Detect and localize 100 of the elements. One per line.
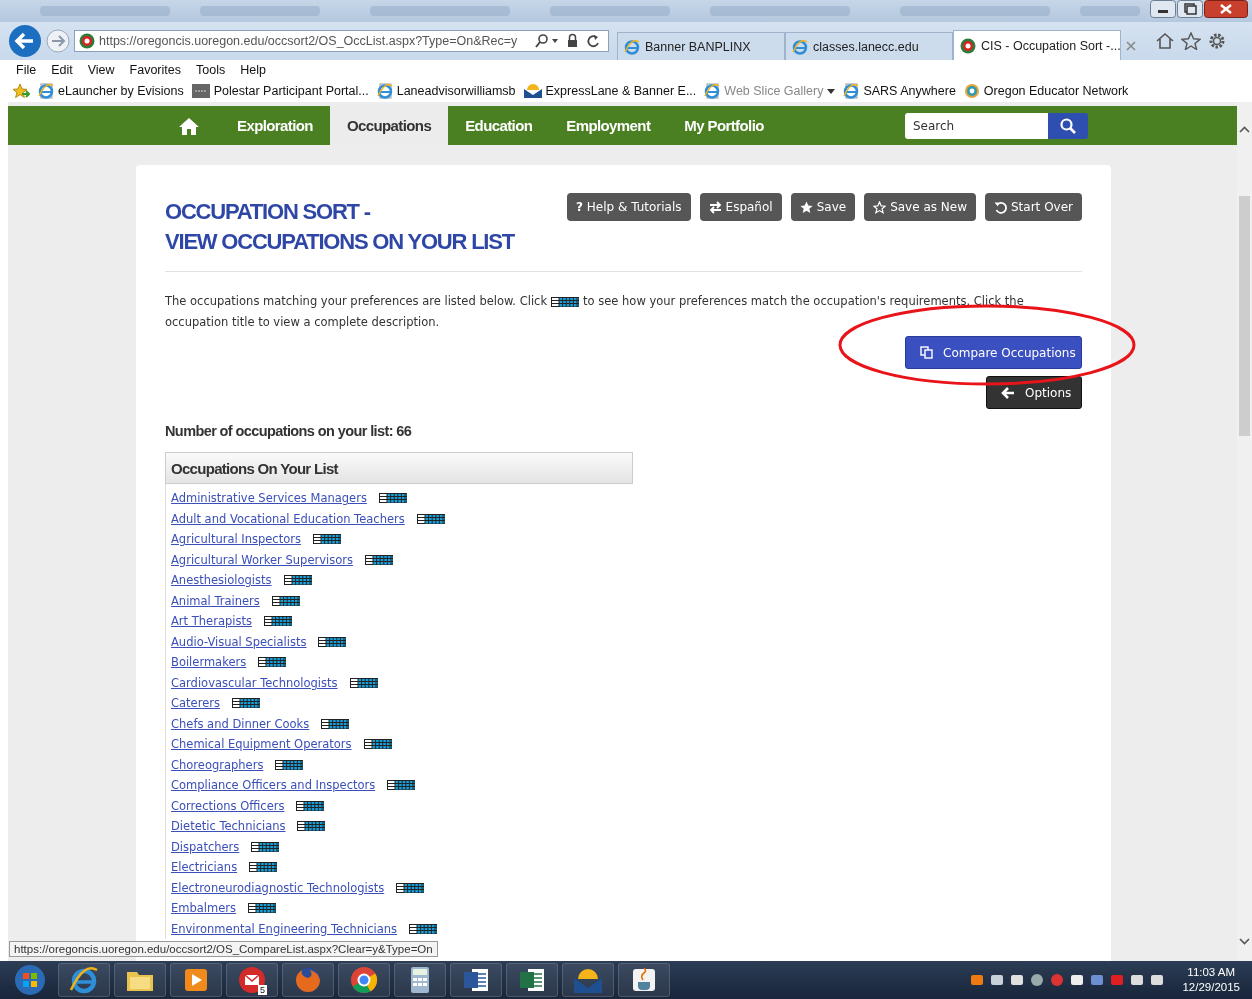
- match-grid-icon[interactable]: [312, 534, 341, 545]
- action-button[interactable]: ? Help & Tutorials: [566, 193, 691, 221]
- browser-tab[interactable]: classes.lanecc.edu: [785, 32, 953, 60]
- menu-item[interactable]: Edit: [51, 63, 73, 77]
- scrollbar-thumb[interactable]: [1239, 196, 1250, 436]
- match-grid-icon[interactable]: [249, 862, 278, 873]
- match-grid-icon[interactable]: [271, 595, 300, 606]
- action-button[interactable]: Start Over: [985, 193, 1082, 221]
- favorites-icon[interactable]: [12, 83, 30, 99]
- taskbar-app[interactable]: [450, 963, 502, 997]
- options-button[interactable]: Options: [986, 376, 1082, 409]
- taskbar-app[interactable]: [114, 963, 166, 997]
- taskbar-app[interactable]: [170, 963, 222, 997]
- action-button[interactable]: Save: [790, 193, 856, 221]
- occupation-link[interactable]: Dietetic Technicians: [171, 819, 286, 834]
- occupation-link[interactable]: Adult and Vocational Education Teachers: [171, 511, 405, 526]
- nav-tab[interactable]: My Portfolio: [667, 106, 781, 145]
- match-grid-icon[interactable]: [297, 821, 326, 832]
- home-icon[interactable]: [178, 116, 200, 135]
- nav-tab[interactable]: Education: [448, 106, 550, 145]
- occupation-link[interactable]: Electroneurodiagnostic Technologists: [171, 880, 385, 895]
- favorite-link[interactable]: SARS Anywhere: [843, 83, 956, 99]
- taskbar-app[interactable]: 5: [226, 963, 278, 997]
- match-grid-icon[interactable]: [258, 657, 287, 668]
- square-tray-icon[interactable]: [1110, 973, 1125, 987]
- menu-item[interactable]: Help: [240, 63, 266, 77]
- occupation-link[interactable]: Embalmers: [171, 901, 236, 916]
- nav-tab[interactable]: Occupations: [329, 106, 449, 145]
- match-grid-icon[interactable]: [551, 296, 580, 307]
- match-grid-icon[interactable]: [363, 739, 392, 750]
- favorite-link[interactable]: ExpressLane & Banner E...: [523, 83, 697, 99]
- taskbar-app[interactable]: [58, 963, 110, 997]
- menu-item[interactable]: Favorites: [129, 63, 181, 77]
- back-icon[interactable]: [8, 24, 42, 58]
- match-grid-icon[interactable]: [231, 698, 260, 709]
- occupation-link[interactable]: Agricultural Worker Supervisors: [171, 552, 353, 567]
- minimize-icon[interactable]: [1150, 0, 1176, 18]
- forward-icon[interactable]: [46, 29, 70, 53]
- match-grid-icon[interactable]: [283, 575, 312, 586]
- occupation-link[interactable]: Dispatchers: [171, 839, 240, 854]
- taskbar-app[interactable]: [394, 963, 446, 997]
- match-grid-icon[interactable]: [349, 677, 378, 688]
- menu-item[interactable]: View: [87, 63, 115, 77]
- taskbar-app[interactable]: [618, 963, 670, 997]
- favorites-star-icon[interactable]: [1181, 32, 1201, 50]
- occupation-link[interactable]: Choreographers: [171, 757, 264, 772]
- taskbar-app[interactable]: [338, 963, 390, 997]
- match-grid-icon[interactable]: [396, 882, 425, 893]
- browser-tab[interactable]: Banner BANPLINX: [617, 32, 785, 60]
- occupation-link[interactable]: Boilermakers: [171, 655, 247, 670]
- match-grid-icon[interactable]: [387, 780, 416, 791]
- occupation-link[interactable]: Art Therapists: [171, 614, 252, 629]
- favorite-link[interactable]: Laneadvisorwilliamsb: [376, 83, 516, 99]
- match-grid-icon[interactable]: [364, 554, 393, 565]
- match-grid-icon[interactable]: [248, 903, 276, 914]
- taskbar-app[interactable]: [506, 963, 558, 997]
- match-grid-icon[interactable]: [251, 841, 280, 852]
- occupation-link[interactable]: Audio-Visual Specialists: [171, 634, 307, 649]
- occupation-link[interactable]: Cardiovascular Technologists: [171, 675, 338, 690]
- match-grid-icon[interactable]: [409, 923, 438, 934]
- close-icon[interactable]: [1204, 0, 1248, 18]
- occupation-link[interactable]: Compliance Officers and Inspectors: [171, 778, 376, 793]
- favorite-link[interactable]: Oregon Educator Network: [963, 83, 1129, 99]
- action-button[interactable]: Save as New: [864, 193, 976, 221]
- occupation-link[interactable]: Animal Trainers: [171, 593, 260, 608]
- occupation-link[interactable]: Environmental Engineering Technicians: [171, 921, 398, 936]
- match-grid-icon[interactable]: [416, 513, 445, 524]
- occupation-link[interactable]: Administrative Services Managers: [171, 491, 367, 506]
- search-button[interactable]: [1048, 112, 1088, 139]
- favorite-link[interactable]: Web Slice Gallery: [704, 83, 836, 99]
- favorite-link[interactable]: Polestar Participant Portal...: [191, 83, 369, 99]
- occupation-link[interactable]: Anesthesiologists: [171, 573, 272, 588]
- occupation-link[interactable]: Caterers: [171, 696, 220, 711]
- nav-tab[interactable]: Employment: [549, 106, 668, 145]
- square-tray-icon[interactable]: [970, 973, 985, 987]
- scroll-down-icon[interactable]: [1237, 935, 1252, 947]
- round-tray-icon[interactable]: [1050, 973, 1065, 987]
- clock-date[interactable]: 12/29/2015: [1182, 980, 1240, 995]
- occupation-link[interactable]: Electricians: [171, 860, 238, 875]
- settings-icon[interactable]: [1207, 32, 1227, 50]
- menu-item[interactable]: Tools: [196, 63, 226, 77]
- address-field[interactable]: https://oregoncis.uoregon.edu/occsort2/OS_OccList.aspx?Type=On&Rec=y: [74, 30, 609, 52]
- menu-item[interactable]: File: [16, 63, 37, 77]
- home-icon[interactable]: [1155, 32, 1175, 50]
- match-grid-icon[interactable]: [378, 493, 407, 504]
- clock-time[interactable]: 11:03 AM: [1182, 965, 1240, 980]
- match-grid-icon[interactable]: [318, 636, 347, 647]
- action-button[interactable]: Español: [699, 193, 782, 221]
- match-grid-icon[interactable]: [263, 616, 292, 627]
- match-grid-icon[interactable]: [275, 759, 304, 770]
- occupation-link[interactable]: Chemical Equipment Operators: [171, 737, 352, 752]
- search-field[interactable]: Search: [905, 112, 1048, 139]
- occupation-link[interactable]: Chefs and Dinner Cooks: [171, 716, 310, 731]
- taskbar-app[interactable]: [562, 963, 614, 997]
- restore-icon[interactable]: [1177, 0, 1203, 18]
- favorite-link[interactable]: eLauncher by Evisions: [38, 83, 184, 99]
- compare-button[interactable]: Compare Occupations: [905, 336, 1082, 369]
- occupation-link[interactable]: Agricultural Inspectors: [171, 532, 301, 547]
- match-grid-icon[interactable]: [321, 718, 350, 729]
- match-grid-icon[interactable]: [296, 800, 325, 811]
